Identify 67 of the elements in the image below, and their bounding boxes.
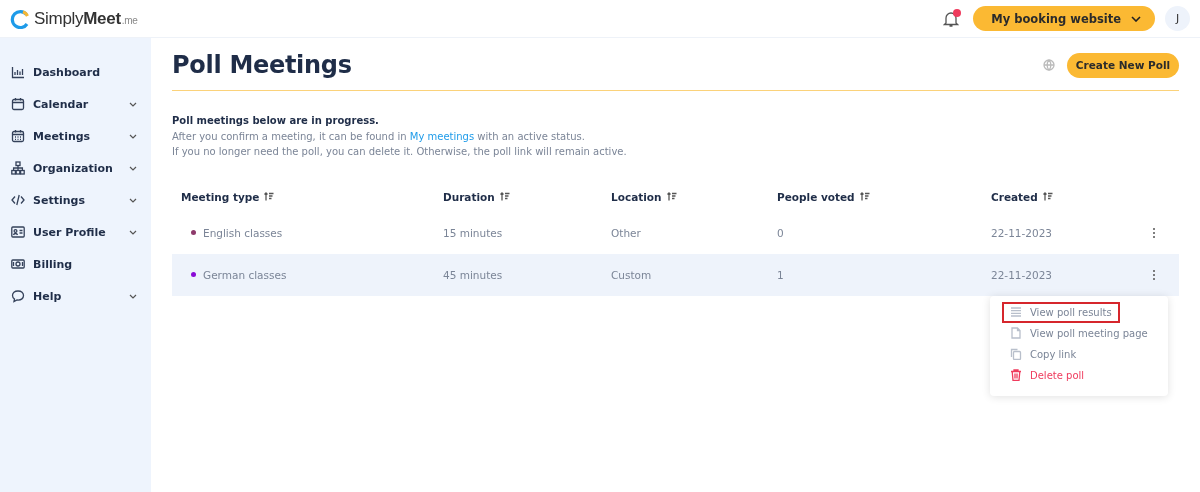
sidebar-item[interactable]: Settings bbox=[0, 184, 151, 216]
sort-icon bbox=[499, 192, 510, 201]
document-icon bbox=[1010, 327, 1022, 339]
column-header[interactable]: Location bbox=[611, 190, 677, 203]
calendar-icon bbox=[11, 129, 25, 143]
chevron-down-icon bbox=[1131, 15, 1141, 22]
bell-icon bbox=[943, 9, 960, 28]
column-header[interactable]: People voted bbox=[777, 190, 870, 203]
kebab-icon bbox=[1152, 226, 1156, 239]
avatar[interactable]: J bbox=[1165, 6, 1190, 31]
page-title: Poll Meetings bbox=[172, 51, 353, 79]
calendar-icon bbox=[11, 97, 25, 111]
trash-icon bbox=[1010, 369, 1022, 381]
sidebar-item[interactable]: User Profile bbox=[0, 216, 151, 248]
logo-text: SimplyMeet.me bbox=[34, 8, 138, 29]
globe-icon bbox=[1043, 59, 1055, 71]
chevron-down-icon bbox=[129, 101, 137, 107]
sort-icon bbox=[1042, 192, 1053, 201]
table-row[interactable]: German classes 45 minutes Custom 1 22-11-2023 bbox=[172, 253, 1179, 296]
sort-icon bbox=[859, 192, 870, 201]
sidebar-item[interactable]: Dashboard bbox=[0, 56, 151, 88]
table-row[interactable]: English classes 15 minutes Other 0 22-11-2023 bbox=[172, 211, 1179, 254]
chevron-down-icon bbox=[129, 165, 137, 171]
column-header[interactable]: Created bbox=[991, 190, 1053, 203]
sidebar-item[interactable]: Help bbox=[0, 280, 151, 312]
table-cell: 0 bbox=[777, 226, 784, 239]
speech-bubble-icon bbox=[11, 289, 25, 303]
sidebar-item[interactable]: Calendar bbox=[0, 88, 151, 120]
banknote-icon bbox=[11, 257, 25, 271]
logo-icon bbox=[10, 8, 30, 29]
intro-text: After you confirm a meeting, it can be found in My meetings with an active status. bbox=[172, 129, 586, 144]
copy-icon bbox=[1010, 348, 1022, 360]
table-cell: 22-11-2023 bbox=[991, 226, 1053, 239]
bar-chart-icon bbox=[11, 65, 25, 79]
menu-item[interactable]: Delete poll bbox=[1002, 364, 1156, 386]
table-cell: English classes bbox=[203, 226, 283, 239]
sidebar-item[interactable]: Organization bbox=[0, 152, 151, 184]
table-cell: Custom bbox=[611, 268, 652, 281]
id-card-icon bbox=[11, 225, 25, 239]
column-header[interactable]: Duration bbox=[443, 190, 510, 203]
list-icon bbox=[1010, 306, 1022, 318]
menu-item[interactable]: View poll results bbox=[1002, 301, 1120, 323]
sidebar-item[interactable]: Meetings bbox=[0, 120, 151, 152]
chevron-down-icon bbox=[129, 293, 137, 299]
notification-bell[interactable] bbox=[941, 7, 962, 30]
sort-icon bbox=[666, 192, 677, 201]
table-cell: 22-11-2023 bbox=[991, 268, 1053, 281]
create-poll-button[interactable]: Create New Poll bbox=[1067, 52, 1179, 78]
kebab-icon bbox=[1152, 268, 1156, 281]
org-chart-icon bbox=[11, 161, 25, 175]
table-cell: German classes bbox=[203, 268, 287, 281]
table-cell: Other bbox=[611, 226, 641, 239]
code-icon bbox=[11, 193, 25, 207]
table-cell: 45 minutes bbox=[443, 268, 503, 281]
table-cell: 1 bbox=[777, 268, 784, 281]
booking-website-button[interactable]: My booking website bbox=[973, 6, 1155, 31]
chevron-down-icon bbox=[129, 197, 137, 203]
menu-item[interactable]: Copy link bbox=[1002, 343, 1156, 365]
sort-icon bbox=[264, 192, 275, 201]
sidebar-item[interactable]: Billing bbox=[0, 248, 151, 280]
intro-heading: Poll meetings below are in progress. bbox=[172, 114, 380, 128]
chevron-down-icon bbox=[129, 133, 137, 139]
chevron-down-icon bbox=[129, 229, 137, 235]
intro-text: If you no longer need the poll, you can delete it. Otherwise, the poll link will remain active. bbox=[172, 145, 628, 159]
table-cell: 15 minutes bbox=[443, 226, 503, 239]
column-header[interactable]: Meeting type bbox=[181, 190, 275, 203]
menu-item[interactable]: View poll meeting page bbox=[1002, 322, 1156, 344]
